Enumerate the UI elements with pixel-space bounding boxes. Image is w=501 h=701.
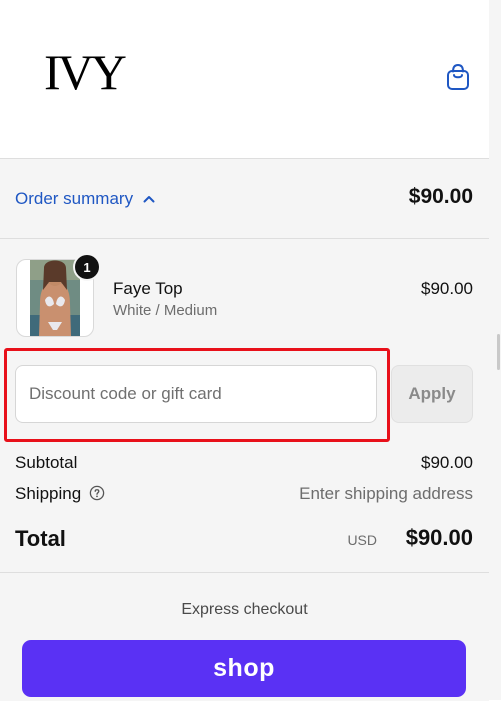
order-summary-label: Order summary bbox=[15, 189, 134, 208]
shopping-bag-icon[interactable] bbox=[445, 63, 471, 91]
order-summary-total: $90.00 bbox=[408, 185, 473, 208]
store-logo[interactable]: IVY bbox=[44, 46, 127, 98]
section-divider bbox=[0, 572, 489, 573]
total-currency: USD bbox=[347, 532, 377, 548]
product-price: $90.00 bbox=[421, 279, 473, 298]
shipping-label: Shipping bbox=[15, 484, 82, 503]
help-circle-icon[interactable] bbox=[89, 485, 105, 501]
discount-code-input[interactable] bbox=[15, 365, 377, 423]
subtotal-value: $90.00 bbox=[421, 453, 473, 472]
product-variant: White / Medium bbox=[113, 302, 218, 319]
shop-pay-label: shop bbox=[213, 654, 275, 682]
quantity-badge: 1 bbox=[75, 255, 99, 279]
store-header: IVY bbox=[0, 0, 489, 158]
chevron-up-icon bbox=[143, 196, 155, 203]
shop-pay-button[interactable]: shop bbox=[22, 640, 466, 697]
total-label: Total bbox=[15, 526, 66, 551]
product-name: Faye Top bbox=[113, 279, 183, 298]
order-summary-toggle[interactable]: Order summary bbox=[15, 189, 155, 209]
order-summary-header: Order summary $90.00 bbox=[0, 159, 489, 239]
total-value: $90.00 bbox=[405, 525, 473, 550]
express-checkout-label: Express checkout bbox=[181, 601, 308, 618]
order-summary-panel: Order summary $90.00 1 Faye Top White / … bbox=[0, 158, 489, 701]
subtotal-label: Subtotal bbox=[15, 453, 78, 472]
shipping-value: Enter shipping address bbox=[299, 484, 473, 503]
apply-discount-button[interactable]: Apply bbox=[391, 365, 473, 423]
scrollbar-thumb[interactable] bbox=[497, 334, 500, 370]
